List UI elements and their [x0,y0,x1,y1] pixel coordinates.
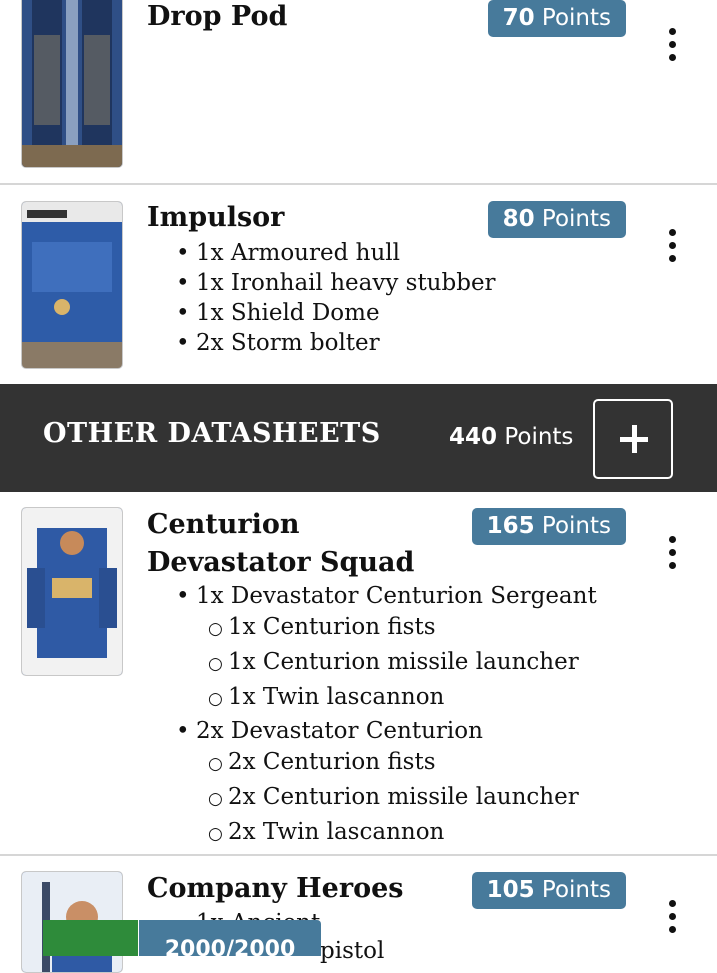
loadout-item: • 2x Devastator Centurion ○ 2x Centurion f… [176,716,597,851]
more-vertical-icon[interactable] [660,28,686,62]
unit-name: Company Heroes [147,873,404,904]
more-vertical-icon[interactable] [660,536,686,570]
loadout-subitem: ○ 1x Centurion missile launcher [208,649,579,675]
loadout-list: • 1x Armoured hull • 1x Ironhail heavy stu… [176,238,496,358]
unit-image [21,201,123,369]
unit-image [21,0,123,168]
points-badge: 105 Points [471,872,626,909]
points-badge: 165 Points [471,508,626,545]
unit-name: Drop Pod [147,1,288,32]
loadout-subitem: ○ 1x Twin lascannon [208,684,445,710]
loadout-sublist: ○ 1x Centurion fists ○ 1x Centurion missil… [176,611,597,716]
unit-card-drop-pod[interactable]: Drop Pod 70 Points [0,0,717,184]
section-title: OTHER DATASHEETS [43,418,381,449]
unit-image [21,507,123,676]
more-vertical-icon[interactable] [660,900,686,934]
loadout-list: • 1x Devastator Centurion Sergeant ○ 1x Ce… [176,581,597,851]
loadout-partial: pistol [320,938,385,964]
loadout-item: • 1x Shield Dome [176,300,380,326]
unit-name: Impulsor [147,202,285,233]
unit-name: Centurion Devastator Squad [147,509,415,578]
plus-icon[interactable] [593,399,673,479]
loadout-subitem: ○ 2x Centurion missile launcher [208,784,579,810]
loadout-subitem: ○ 1x Centurion fists [208,614,436,640]
unit-card-impulsor[interactable]: Impulsor 80 Points • 1x Armoured hull • 1x… [0,185,717,383]
points-badge: 70 Points [487,0,626,37]
unit-card-centurion-devastator-squad[interactable]: Centurion Devastator Squad 165 Points • 1… [0,492,717,854]
loadout-item: • 1x Devastator Centurion Sergeant ○ 1x Ce… [176,581,597,716]
points-badge: 80 Points [487,201,626,238]
loadout-item: • 1x Armoured hull [176,240,400,266]
section-points: 440 Points [449,424,574,450]
section-header-other-datasheets: OTHER DATASHEETS 440 Points [0,384,717,492]
loadout-sublist: ○ 2x Centurion fists ○ 2x Centurion missil… [176,746,597,851]
loadout-item: • 2x Storm bolter [176,330,380,356]
points-count: 2000/2000 [139,920,321,956]
more-vertical-icon[interactable] [660,229,686,263]
loadout-subitem: ○ 2x Twin lascannon [208,819,445,845]
loadout-subitem: ○ 2x Centurion fists [208,749,436,775]
loadout-item: • 1x Ironhail heavy stubber [176,270,496,296]
status-indicator [43,920,138,956]
